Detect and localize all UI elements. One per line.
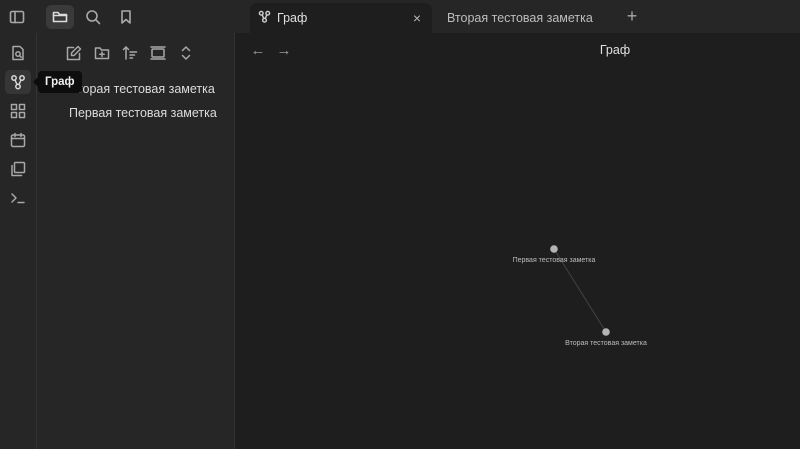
ribbon	[0, 33, 37, 449]
graph-canvas[interactable]: Первая тестовая заметка Вторая тестовая з…	[236, 33, 800, 449]
new-note-icon	[66, 45, 82, 61]
graph-icon	[258, 10, 271, 26]
tab-second-note[interactable]: Вторая тестовая заметка	[435, 3, 610, 33]
graph-node-label: Первая тестовая заметка	[513, 257, 596, 264]
graph-view-icon	[11, 75, 25, 90]
open-quick-switcher-icon	[12, 45, 24, 61]
daily-note-button[interactable]	[5, 128, 31, 152]
sidebar-tab-header	[0, 0, 236, 33]
canvas-icon	[10, 103, 26, 119]
file-explorer-toolbar	[62, 42, 198, 64]
graph-node-label: Вторая тестовая заметка	[565, 340, 647, 347]
graph-node[interactable]	[602, 328, 610, 336]
collapse-all-button[interactable]	[146, 42, 170, 64]
canvas-button[interactable]	[5, 99, 31, 123]
graph-node[interactable]	[550, 245, 558, 253]
expand-icon	[181, 46, 191, 60]
templates-button[interactable]	[5, 157, 31, 181]
folder-icon	[52, 11, 68, 22]
new-folder-icon	[94, 47, 110, 60]
templates-icon	[11, 161, 26, 177]
tooltip: Граф	[33, 71, 82, 93]
bookmarks-tab-button[interactable]	[112, 5, 140, 29]
toggle-sidebar-button[interactable]	[3, 5, 31, 29]
file-explorer: Вторая тестовая заметка Первая тестовая …	[37, 33, 235, 449]
sort-button[interactable]	[118, 42, 142, 64]
command-palette-icon	[11, 193, 25, 204]
graph-view-button[interactable]	[5, 70, 31, 94]
search-tab-button[interactable]	[79, 5, 107, 29]
new-folder-button[interactable]	[90, 42, 114, 64]
tab-graph[interactable]: Граф ×	[250, 3, 432, 33]
new-tab-button[interactable]: +	[621, 6, 643, 28]
close-tab-icon[interactable]: ×	[410, 11, 424, 25]
daily-note-icon	[10, 132, 26, 148]
bookmark-icon	[121, 9, 131, 24]
graph-view: Первая тестовая заметка Вторая тестовая з…	[236, 33, 800, 449]
view-title: Граф	[599, 43, 631, 57]
files-tab-button[interactable]	[46, 4, 74, 29]
quick-switcher-button[interactable]	[5, 41, 31, 65]
new-note-button[interactable]	[62, 42, 86, 64]
search-icon	[86, 9, 101, 24]
expand-all-button[interactable]	[174, 42, 198, 64]
collapse-icon	[150, 46, 166, 60]
sidebar-toggle-icon	[9, 10, 25, 23]
sort-icon	[122, 46, 138, 60]
command-palette-button[interactable]	[5, 186, 31, 210]
title-bar: Граф × Вторая тестовая заметка +	[0, 0, 800, 33]
tab-title: Вторая тестовая заметка	[447, 11, 593, 25]
tab-title: Граф	[277, 11, 308, 25]
list-item[interactable]: Первая тестовая заметка	[37, 101, 235, 125]
